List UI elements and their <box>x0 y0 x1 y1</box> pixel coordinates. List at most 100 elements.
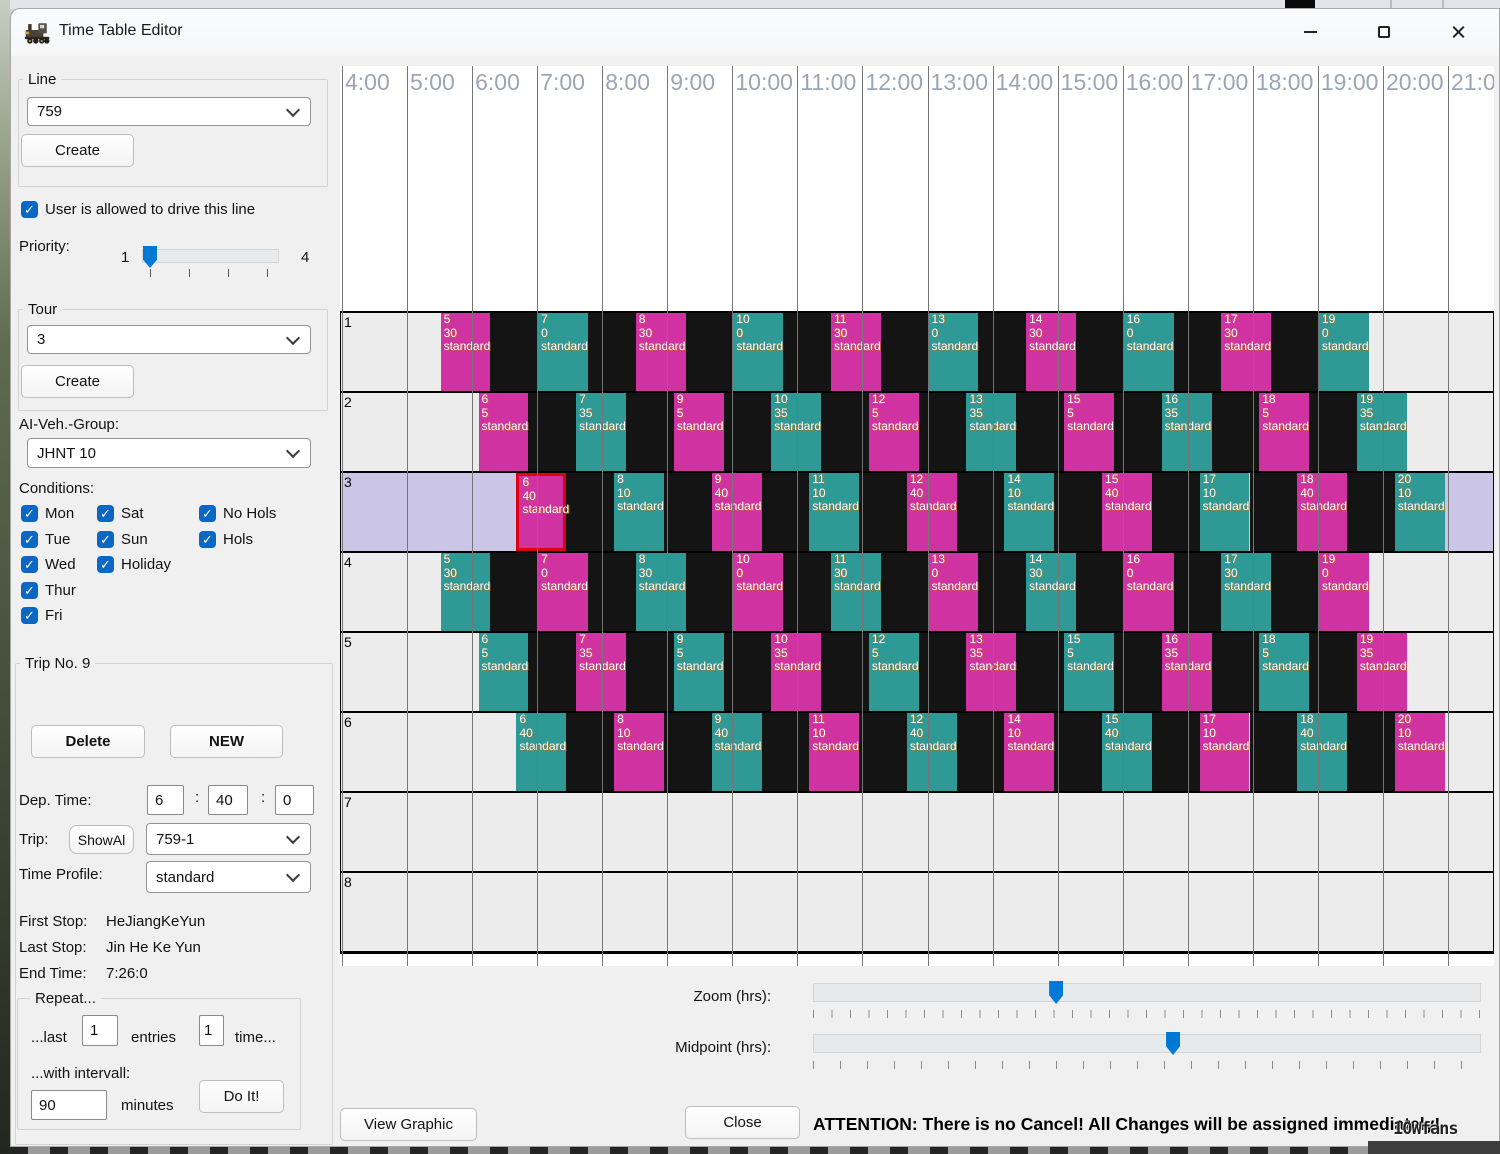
midpoint-slider-track[interactable] <box>813 1034 1481 1053</box>
trip-block[interactable]: 185standard <box>1259 393 1309 471</box>
trip-block[interactable]: 100standard <box>733 313 783 391</box>
minimize-button[interactable] <box>1287 16 1333 48</box>
create-line-button[interactable]: Create <box>21 134 134 167</box>
trip-block[interactable]: 1410standard <box>1004 713 1054 791</box>
trip-block[interactable]: 940standard <box>712 713 762 791</box>
dep-minute-field[interactable] <box>208 785 248 815</box>
trip-block[interactable]: 155standard <box>1064 393 1114 471</box>
trip-block[interactable]: 1730standard <box>1221 553 1271 631</box>
trip-block[interactable]: 65standard <box>479 633 529 711</box>
trip-block[interactable]: 1635standard <box>1162 633 1212 711</box>
trip-block[interactable]: 530standard <box>441 553 491 631</box>
dep-hour-field[interactable] <box>147 785 184 815</box>
trip-block[interactable]: 1410standard <box>1004 473 1054 551</box>
delete-trip-button[interactable]: Delete <box>31 725 145 758</box>
trip-block[interactable]: 1130standard <box>831 553 881 631</box>
interval-minutes-field[interactable] <box>31 1090 107 1120</box>
tour-select[interactable]: 3 <box>27 325 311 354</box>
trip-block[interactable]: 1430standard <box>1026 553 1076 631</box>
trip-block[interactable]: 130standard <box>929 313 979 391</box>
condition-checkbox-hols[interactable]: ✓Hols <box>199 531 309 548</box>
show-all-button[interactable]: ShowAl <box>69 825 134 854</box>
tour-row-6[interactable]: 640standard 810standard 940standard 1110sta… <box>341 713 1493 793</box>
tour-row-7[interactable]: 7 <box>341 793 1493 873</box>
ai-veh-group-select[interactable]: JHNT 10 <box>27 438 311 468</box>
trip-block[interactable]: 530standard <box>441 313 491 391</box>
trip-block[interactable]: 160standard <box>1124 313 1174 391</box>
trip-block[interactable]: 1840standard <box>1297 713 1347 791</box>
trip-block[interactable]: 735standard <box>576 393 626 471</box>
trip-block[interactable]: 2010standard <box>1395 713 1445 791</box>
close-button[interactable]: Close <box>685 1106 800 1139</box>
trip-block[interactable]: 1110standard <box>809 713 859 791</box>
tour-row-5[interactable]: 65standard 735standard 95standard 1035stand… <box>341 633 1493 713</box>
trip-block[interactable]: 190standard <box>1319 313 1369 391</box>
zoom-slider-track[interactable] <box>813 983 1481 1002</box>
condition-checkbox-mon[interactable]: ✓Mon <box>21 505 97 522</box>
trip-block[interactable]: 160standard <box>1124 553 1174 631</box>
trip-block[interactable]: 1110standard <box>809 473 859 551</box>
condition-checkbox-fri[interactable]: ✓Fri <box>21 607 97 624</box>
trip-block[interactable]: 70standard <box>538 313 588 391</box>
trip-block[interactable]: 810standard <box>614 473 664 551</box>
trip-block[interactable]: 1635standard <box>1162 393 1212 471</box>
trip-block[interactable]: 1840standard <box>1297 473 1347 551</box>
close-window-button[interactable] <box>1435 16 1481 48</box>
repeat-times-field[interactable] <box>199 1015 224 1046</box>
tour-row-3[interactable]: 640standard 810standard 940standard 1110sta… <box>341 473 1493 553</box>
trip-block[interactable]: 1710standard <box>1200 713 1250 791</box>
trip-block[interactable]: 1540standard <box>1102 473 1152 551</box>
maximize-button[interactable] <box>1361 16 1407 48</box>
trip-block[interactable]: 95standard <box>674 633 724 711</box>
condition-checkbox-holiday[interactable]: ✓Holiday <box>97 556 199 573</box>
do-it-button[interactable]: Do It! <box>199 1080 284 1113</box>
trip-block[interactable]: 125standard <box>869 633 919 711</box>
trip-block[interactable]: 65standard <box>479 393 529 471</box>
trip-block[interactable]: 1540standard <box>1102 713 1152 791</box>
trip-block[interactable]: 190standard <box>1319 553 1369 631</box>
title-bar[interactable]: Time Table Editor <box>11 9 1499 56</box>
trip-block[interactable]: 2010standard <box>1395 473 1445 551</box>
trip-block[interactable]: 155standard <box>1064 633 1114 711</box>
trip-block[interactable]: 1130standard <box>831 313 881 391</box>
trip-block[interactable]: 940standard <box>712 473 762 551</box>
priority-slider-track[interactable] <box>142 249 279 263</box>
trip-block[interactable]: 830standard <box>636 553 686 631</box>
trip-block[interactable]: 640standard <box>516 713 566 791</box>
trip-block[interactable]: 125standard <box>869 393 919 471</box>
condition-checkbox-wed[interactable]: ✓Wed <box>21 556 97 573</box>
user-allowed-checkbox[interactable]: ✓ <box>21 201 38 218</box>
trip-block[interactable]: 1035standard <box>771 393 821 471</box>
view-graphic-button[interactable]: View Graphic <box>340 1108 477 1141</box>
trip-block[interactable]: 1035standard <box>771 633 821 711</box>
condition-checkbox-sat[interactable]: ✓Sat <box>97 505 199 522</box>
trip-block[interactable]: 1335standard <box>966 633 1016 711</box>
create-tour-button[interactable]: Create <box>21 365 134 398</box>
condition-checkbox-thur[interactable]: ✓Thur <box>21 582 97 599</box>
trip-block[interactable]: 130standard <box>929 553 979 631</box>
new-trip-button[interactable]: NEW <box>170 725 283 758</box>
trip-block-selected[interactable]: 640standard <box>516 473 566 551</box>
trip-block[interactable]: 70standard <box>538 553 588 631</box>
trip-block[interactable]: 1710standard <box>1200 473 1250 551</box>
condition-checkbox-sun[interactable]: ✓Sun <box>97 531 199 548</box>
dep-second-field[interactable] <box>275 785 314 815</box>
time-profile-select[interactable]: standard <box>146 861 311 893</box>
trip-block[interactable]: 1935standard <box>1357 633 1407 711</box>
trip-block[interactable]: 1335standard <box>966 393 1016 471</box>
trip-block[interactable]: 95standard <box>674 393 724 471</box>
trip-block[interactable]: 185standard <box>1259 633 1309 711</box>
trip-block[interactable]: 100standard <box>733 553 783 631</box>
tour-row-4[interactable]: 530standard 70standard 830standard 100stand… <box>341 553 1493 633</box>
priority-slider-thumb[interactable] <box>143 246 157 268</box>
line-select[interactable]: 759 <box>27 97 311 126</box>
trip-block[interactable]: 1430standard <box>1026 313 1076 391</box>
trip-block[interactable]: 735standard <box>576 633 626 711</box>
trip-block[interactable]: 1240standard <box>907 713 957 791</box>
trip-block[interactable]: 810standard <box>614 713 664 791</box>
trip-block[interactable]: 1730standard <box>1221 313 1271 391</box>
trip-block[interactable]: 1240standard <box>907 473 957 551</box>
trip-block[interactable]: 1935standard <box>1357 393 1407 471</box>
repeat-entries-field[interactable] <box>82 1015 118 1046</box>
condition-checkbox-tue[interactable]: ✓Tue <box>21 531 97 548</box>
